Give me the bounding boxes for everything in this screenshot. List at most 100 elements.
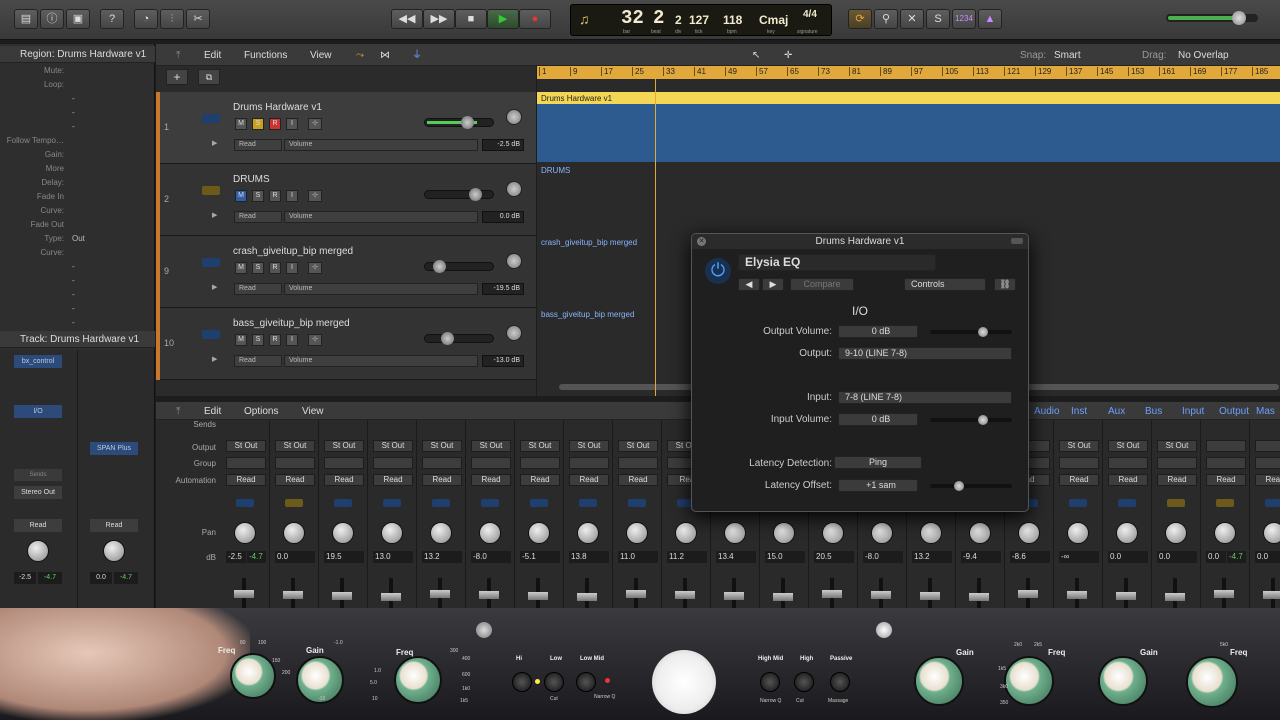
pan-knob[interactable] xyxy=(506,109,522,125)
track-r-button[interactable]: R xyxy=(269,262,281,274)
track-header[interactable]: 9 crash_giveitup_bip merged M S R I ⊹ ▶ Read Volu… xyxy=(156,236,536,308)
fader-thumb[interactable] xyxy=(675,591,695,599)
region[interactable]: Drums Hardware v1 xyxy=(537,92,1280,162)
inspector-row[interactable]: - xyxy=(0,276,150,288)
marquee-tool-icon[interactable]: ✛ xyxy=(784,48,792,63)
inspector-row[interactable]: Fade Out xyxy=(0,220,150,232)
input-volume-field[interactable]: 0 dB xyxy=(838,413,918,426)
catch-icon[interactable]: ⤳ xyxy=(356,48,364,63)
group-slot[interactable] xyxy=(422,457,462,469)
fader-thumb[interactable] xyxy=(433,260,446,273)
snap-select[interactable]: Smart xyxy=(1054,48,1081,63)
pan-knob[interactable] xyxy=(920,522,942,544)
track-s-button[interactable]: S xyxy=(252,190,264,202)
mixer-filter-aux[interactable]: Aux xyxy=(1108,404,1125,419)
track-s-button[interactable]: S xyxy=(252,262,264,274)
fader-thumb[interactable] xyxy=(1116,592,1136,600)
pan-knob[interactable] xyxy=(506,325,522,341)
sends-slot[interactable]: Sends xyxy=(14,469,62,481)
power-icon[interactable]: ⏻ xyxy=(705,258,731,284)
track-name[interactable]: crash_giveitup_bip merged xyxy=(233,246,353,257)
cycle-icon[interactable]: ⟳ xyxy=(848,9,872,29)
input-volume-slider[interactable] xyxy=(930,418,1012,422)
region-header[interactable]: Region: Drums Hardware v1 xyxy=(0,46,155,63)
output-slot[interactable]: St Out xyxy=(1157,440,1197,452)
output-slot[interactable] xyxy=(1206,440,1246,452)
flex-icon[interactable]: ⋈ xyxy=(380,48,390,63)
group-slot[interactable] xyxy=(520,457,560,469)
group-slot[interactable] xyxy=(1059,457,1099,469)
output-slot[interactable]: St Out xyxy=(471,440,511,452)
automation-mode[interactable]: Read xyxy=(1255,474,1280,486)
disclosure-icon[interactable]: ▶ xyxy=(212,355,217,363)
automation-param[interactable]: Volume xyxy=(284,283,478,295)
fader-thumb[interactable] xyxy=(871,591,891,599)
automation-mode[interactable]: Read xyxy=(1157,474,1197,486)
mixer-icon[interactable]: ⫶ xyxy=(160,9,184,29)
inspector-row[interactable]: Fade In xyxy=(0,192,150,204)
fader-thumb[interactable] xyxy=(1067,591,1087,599)
volume-fader[interactable] xyxy=(424,332,494,345)
output-slot[interactable]: St Out xyxy=(618,440,658,452)
functions-menu[interactable]: Functions xyxy=(244,48,287,63)
fader-thumb[interactable] xyxy=(332,592,352,600)
track-header[interactable]: 10 bass_giveitup_bip merged M S R I ⊹ ▶ Read Volu… xyxy=(156,308,536,380)
inspector-row[interactable]: Type: Out xyxy=(0,234,150,246)
track-m-button[interactable]: M xyxy=(235,334,247,346)
filter-icon[interactable]: ⏚ xyxy=(412,48,422,63)
output-volume-slider[interactable] xyxy=(930,330,1012,334)
fader-thumb[interactable] xyxy=(920,592,940,600)
input-monitor-icon[interactable]: ⊹ xyxy=(308,118,322,130)
link-icon[interactable]: ⛓ xyxy=(994,278,1016,291)
inspector-icon[interactable]: ⓘ xyxy=(40,9,64,29)
fader-thumb[interactable] xyxy=(969,593,989,601)
pan-knob[interactable] xyxy=(1214,522,1236,544)
group-slot[interactable] xyxy=(1206,457,1246,469)
inspector-row[interactable]: - xyxy=(0,122,150,134)
fader-thumb[interactable] xyxy=(1214,590,1234,598)
track-icon[interactable] xyxy=(202,258,220,267)
pan-knob[interactable] xyxy=(969,522,991,544)
inspector-row[interactable]: More xyxy=(0,164,150,176)
input-volume-thumb[interactable] xyxy=(978,415,988,425)
input-monitor-icon[interactable]: ⊹ xyxy=(308,262,322,274)
folder-icon[interactable]: ⧉ xyxy=(198,69,220,85)
group-slot[interactable] xyxy=(324,457,364,469)
editors-icon[interactable]: ✂ xyxy=(186,9,210,29)
forward-button[interactable]: ▶▶ xyxy=(423,9,455,29)
plugin-title[interactable]: Drums Hardware v1 xyxy=(692,234,1028,249)
pan-knob[interactable] xyxy=(283,522,305,544)
prev-preset-button[interactable]: ◀ xyxy=(738,278,760,291)
record-button[interactable]: ● xyxy=(519,9,551,29)
automation-mode[interactable]: Read xyxy=(324,474,364,486)
pan-knob[interactable] xyxy=(479,522,501,544)
inspector-row[interactable]: - xyxy=(0,94,150,106)
automation-mode[interactable]: Read xyxy=(373,474,413,486)
automation-param[interactable]: Volume xyxy=(284,139,478,151)
inspector-row[interactable]: Mute: xyxy=(0,66,150,78)
automation-mode[interactable]: Read xyxy=(1059,474,1099,486)
next-preset-button[interactable]: ▶ xyxy=(762,278,784,291)
track-s-button[interactable]: S xyxy=(252,334,264,346)
group-slot[interactable] xyxy=(569,457,609,469)
inspector-row[interactable]: - xyxy=(0,290,150,302)
pan-knob[interactable] xyxy=(675,522,697,544)
fader-thumb[interactable] xyxy=(724,592,744,600)
fader-thumb[interactable] xyxy=(234,590,254,598)
track-m-button[interactable]: M xyxy=(235,190,247,202)
ping-button[interactable]: Ping xyxy=(834,456,922,469)
smart-controls-icon[interactable]: ◔ xyxy=(134,9,158,29)
group-slot[interactable] xyxy=(1157,457,1197,469)
pan-knob[interactable] xyxy=(27,540,49,562)
count-in-button[interactable]: 1234 xyxy=(952,9,976,29)
track-header[interactable]: Track: Drums Hardware v1 xyxy=(0,331,155,348)
metronome-button-icon[interactable]: ▲ xyxy=(978,9,1002,29)
inspector-row[interactable]: - xyxy=(0,108,150,120)
group-slot[interactable] xyxy=(471,457,511,469)
drag-select[interactable]: No Overlap xyxy=(1178,48,1229,63)
latency-offset-slider[interactable] xyxy=(930,484,1012,488)
automation-mode[interactable]: Read xyxy=(90,519,138,532)
pan-knob[interactable] xyxy=(506,253,522,269)
track-header[interactable]: 2 DRUMS M S R I ⊹ ▶ Read Volume 0.0 dB xyxy=(156,164,536,236)
latency-offset-thumb[interactable] xyxy=(954,481,964,491)
